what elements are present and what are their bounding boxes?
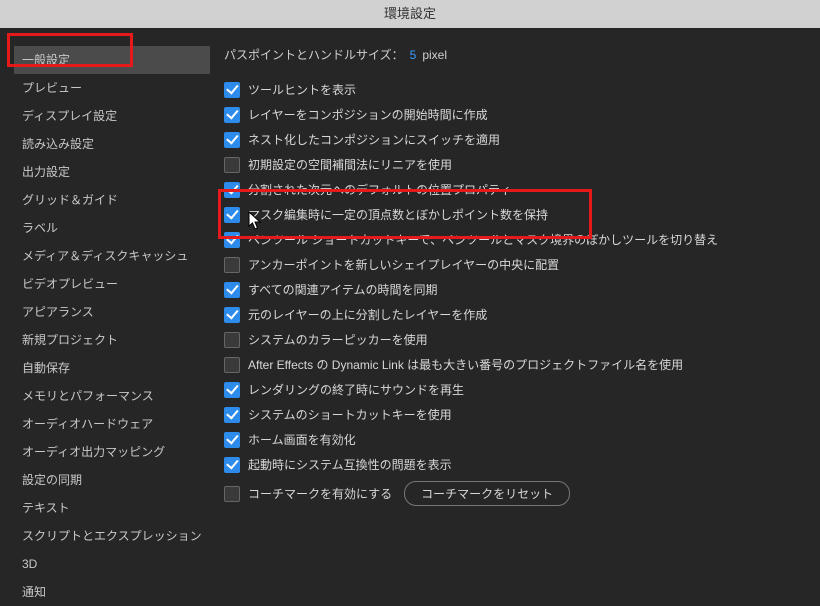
content-panel: パスポイントとハンドルサイズ： 5 pixel ツールヒントを表示レイヤーをコン… (210, 46, 820, 553)
option-label-5: マスク編集時に一定の頂点数とぼかしポイント数を保持 (248, 206, 548, 223)
option-label-7: アンカーポイントを新しいシェイプレイヤーの中央に配置 (248, 256, 559, 273)
option-row-8: すべての関連アイテムの時間を同期 (224, 277, 810, 302)
sidebar-item-7[interactable]: メディア＆ディスクキャッシュ (14, 242, 210, 270)
sidebar-item-1[interactable]: プレビュー (14, 74, 210, 102)
path-size-row: パスポイントとハンドルサイズ： 5 pixel (224, 46, 810, 63)
sidebar-item-0[interactable]: 一般設定 (14, 46, 210, 74)
sidebar-item-14[interactable]: オーディオ出力マッピング (14, 438, 210, 466)
sidebar-item-6[interactable]: ラベル (14, 214, 210, 242)
option-checkbox-14[interactable] (224, 432, 240, 448)
path-size-label: パスポイントとハンドルサイズ： (224, 46, 404, 63)
option-row-2: ネスト化したコンポジションにスイッチを適用 (224, 127, 810, 152)
option-label-12: レンダリングの終了時にサウンドを再生 (248, 381, 464, 398)
option-label-6: ペンツール ショートカットキーで、ペンツールとマスク境界のぼかしツールを切り替え (248, 231, 718, 248)
coachmark-label: コーチマークを有効にする (248, 485, 392, 502)
option-label-2: ネスト化したコンポジションにスイッチを適用 (248, 131, 500, 148)
sidebar-item-5[interactable]: グリッド＆ガイド (14, 186, 210, 214)
path-size-value[interactable]: 5 (410, 48, 417, 62)
sidebar-item-16[interactable]: テキスト (14, 494, 210, 522)
option-label-9: 元のレイヤーの上に分割したレイヤーを作成 (248, 306, 487, 323)
option-row-9: 元のレイヤーの上に分割したレイヤーを作成 (224, 302, 810, 327)
option-row-1: レイヤーをコンポジションの開始時間に作成 (224, 102, 810, 127)
sidebar-item-8[interactable]: ビデオプレビュー (14, 270, 210, 298)
option-checkbox-10[interactable] (224, 332, 240, 348)
sidebar-item-18[interactable]: 3D (14, 550, 210, 578)
option-label-10: システムのカラーピッカーを使用 (248, 331, 428, 348)
option-checkbox-0[interactable] (224, 82, 240, 98)
option-label-13: システムのショートカットキーを使用 (248, 406, 452, 423)
sidebar-item-19[interactable]: 通知 (14, 578, 210, 606)
sidebar-item-11[interactable]: 自動保存 (14, 354, 210, 382)
option-label-8: すべての関連アイテムの時間を同期 (248, 281, 437, 298)
option-label-15: 起動時にシステム互換性の問題を表示 (248, 456, 452, 473)
option-checkbox-12[interactable] (224, 382, 240, 398)
sidebar-item-2[interactable]: ディスプレイ設定 (14, 102, 210, 130)
option-checkbox-3[interactable] (224, 157, 240, 173)
sidebar-item-15[interactable]: 設定の同期 (14, 466, 210, 494)
option-row-12: レンダリングの終了時にサウンドを再生 (224, 377, 810, 402)
option-row-3: 初期設定の空間補間法にリニアを使用 (224, 152, 810, 177)
option-checkbox-8[interactable] (224, 282, 240, 298)
reset-coachmark-button[interactable]: コーチマークをリセット (404, 481, 570, 506)
option-checkbox-4[interactable] (224, 182, 240, 198)
window-title: 環境設定 (0, 0, 820, 28)
sidebar: 一般設定プレビューディスプレイ設定読み込み設定出力設定グリッド＆ガイドラベルメデ… (0, 46, 210, 553)
option-checkbox-1[interactable] (224, 107, 240, 123)
sidebar-item-17[interactable]: スクリプトとエクスプレッション (14, 522, 210, 550)
option-row-14: ホーム画面を有効化 (224, 427, 810, 452)
option-row-5: マスク編集時に一定の頂点数とぼかしポイント数を保持 (224, 202, 810, 227)
option-checkbox-7[interactable] (224, 257, 240, 273)
path-size-unit: pixel (422, 48, 447, 62)
preferences-body: 一般設定プレビューディスプレイ設定読み込み設定出力設定グリッド＆ガイドラベルメデ… (0, 28, 820, 553)
option-row-0: ツールヒントを表示 (224, 77, 810, 102)
option-checkbox-11[interactable] (224, 357, 240, 373)
coachmark-checkbox[interactable] (224, 486, 240, 502)
option-row-11: After Effects の Dynamic Link は最も大きい番号のプロ… (224, 352, 810, 377)
sidebar-item-10[interactable]: 新規プロジェクト (14, 326, 210, 354)
option-row-6: ペンツール ショートカットキーで、ペンツールとマスク境界のぼかしツールを切り替え (224, 227, 810, 252)
option-checkbox-9[interactable] (224, 307, 240, 323)
option-checkbox-15[interactable] (224, 457, 240, 473)
option-label-14: ホーム画面を有効化 (248, 431, 356, 448)
option-row-4: 分割された次元へのデフォルトの位置プロパティ (224, 177, 810, 202)
option-label-3: 初期設定の空間補間法にリニアを使用 (248, 156, 452, 173)
option-checkbox-6[interactable] (224, 232, 240, 248)
option-checkbox-13[interactable] (224, 407, 240, 423)
option-checkbox-2[interactable] (224, 132, 240, 148)
sidebar-item-4[interactable]: 出力設定 (14, 158, 210, 186)
option-row-7: アンカーポイントを新しいシェイプレイヤーの中央に配置 (224, 252, 810, 277)
coachmark-row: コーチマークを有効にする コーチマークをリセット (224, 477, 810, 510)
option-label-4: 分割された次元へのデフォルトの位置プロパティ (248, 181, 511, 198)
option-row-15: 起動時にシステム互換性の問題を表示 (224, 452, 810, 477)
sidebar-item-9[interactable]: アピアランス (14, 298, 210, 326)
sidebar-item-12[interactable]: メモリとパフォーマンス (14, 382, 210, 410)
option-row-13: システムのショートカットキーを使用 (224, 402, 810, 427)
sidebar-item-3[interactable]: 読み込み設定 (14, 130, 210, 158)
option-checkbox-5[interactable] (224, 207, 240, 223)
sidebar-item-13[interactable]: オーディオハードウェア (14, 410, 210, 438)
option-row-10: システムのカラーピッカーを使用 (224, 327, 810, 352)
option-label-1: レイヤーをコンポジションの開始時間に作成 (248, 106, 488, 123)
option-label-0: ツールヒントを表示 (248, 81, 356, 98)
option-label-11: After Effects の Dynamic Link は最も大きい番号のプロ… (248, 356, 683, 373)
